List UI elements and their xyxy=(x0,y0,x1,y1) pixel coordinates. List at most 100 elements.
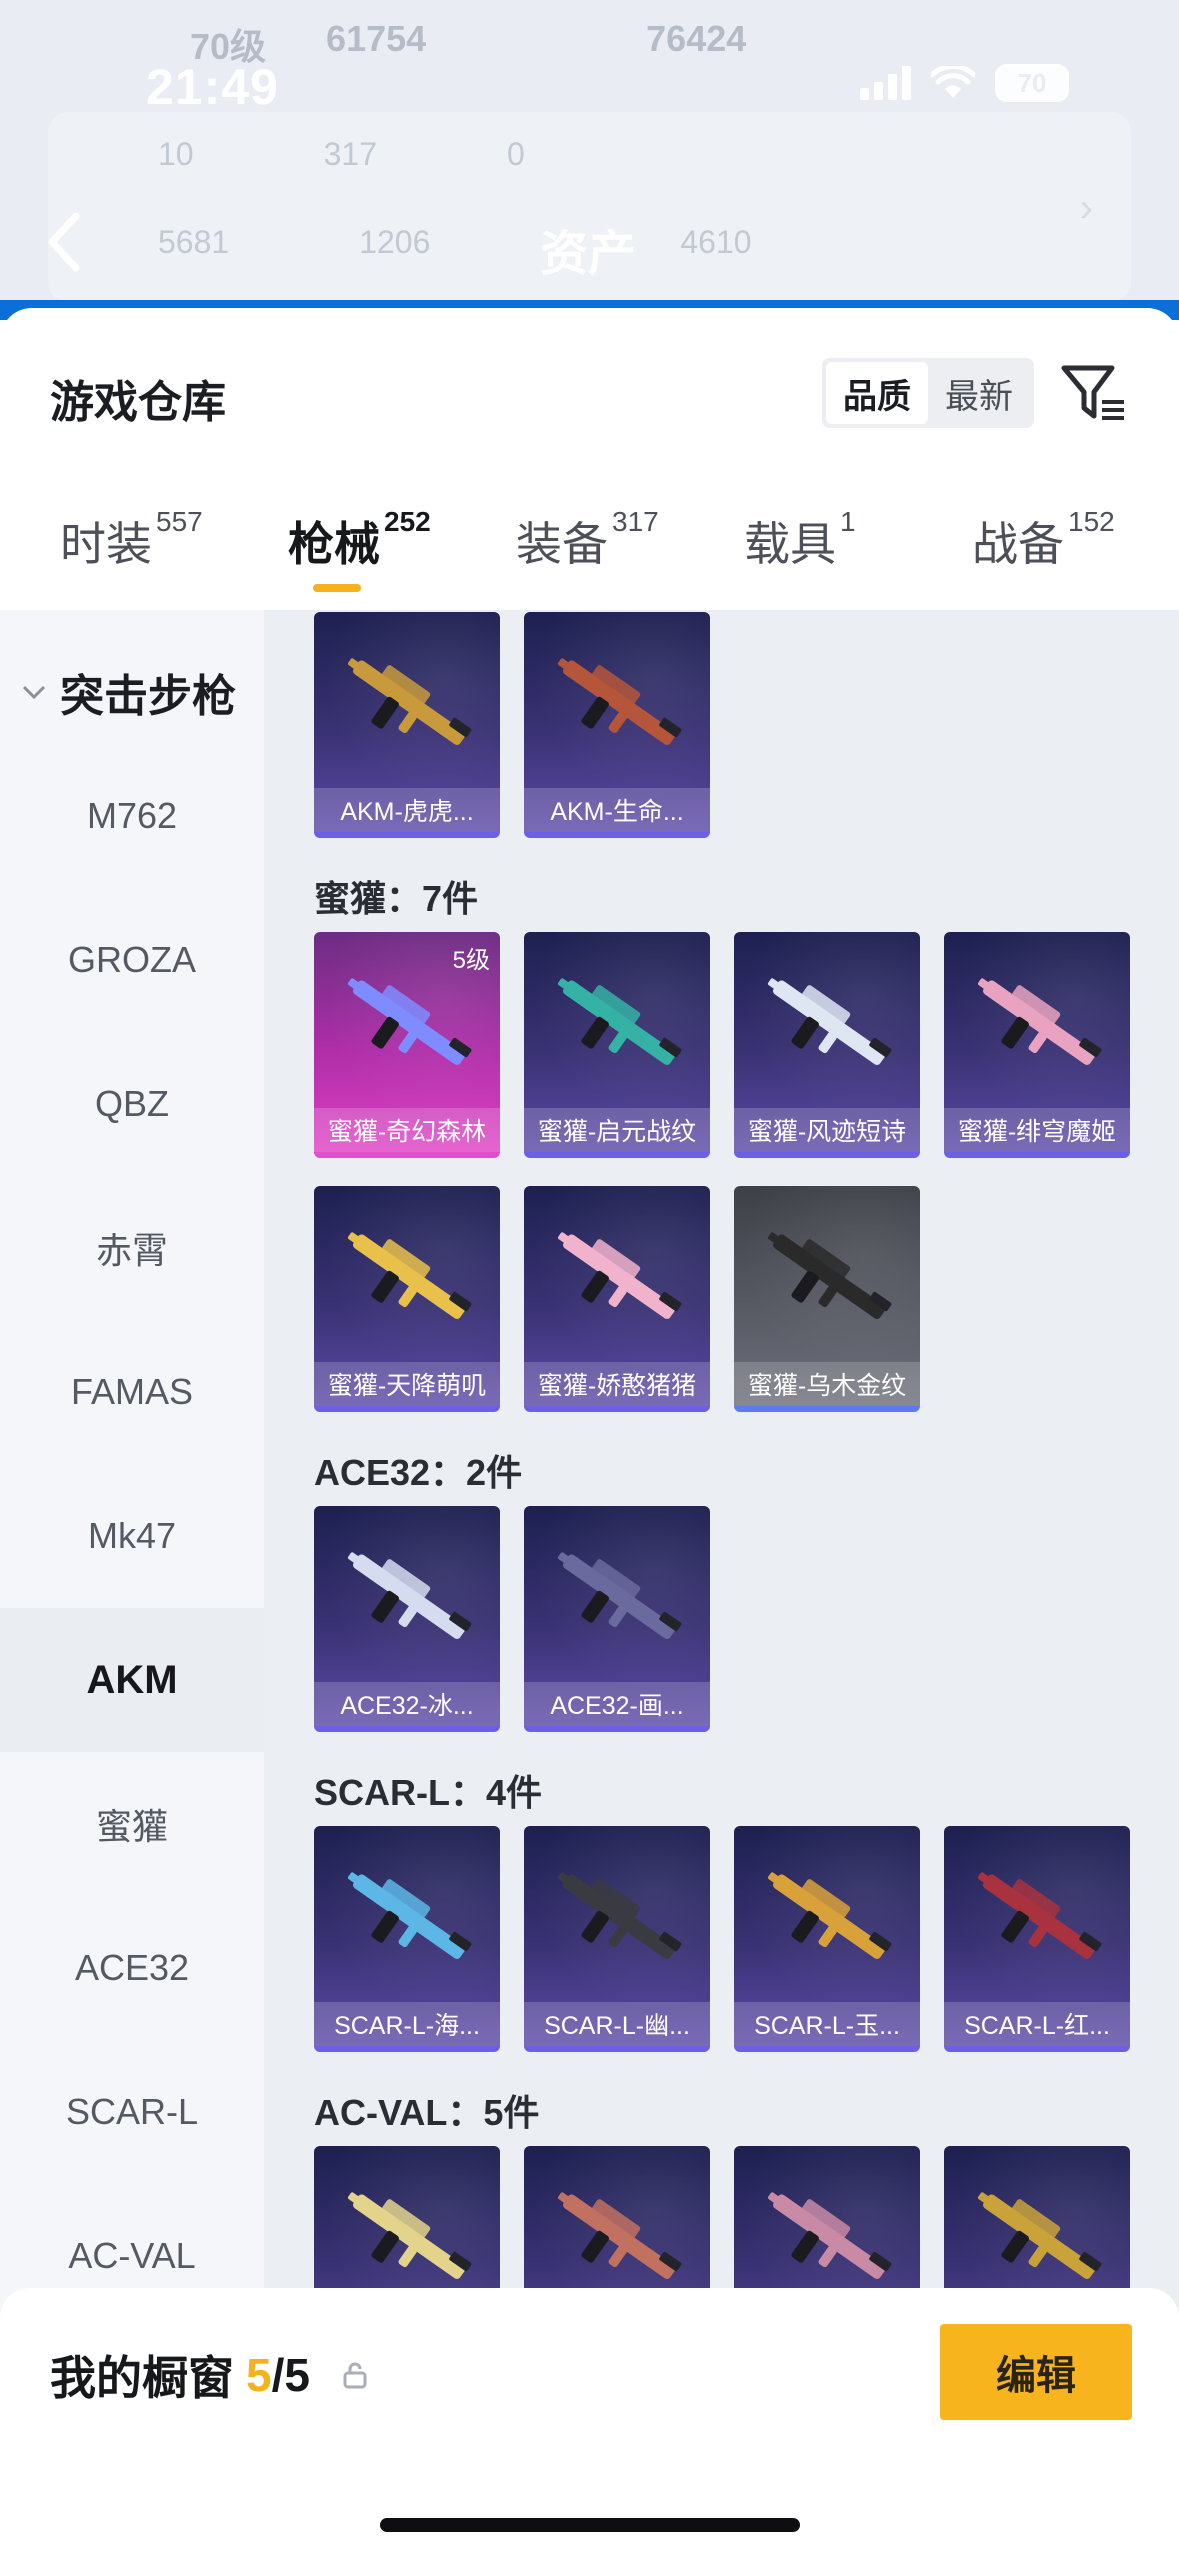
weapon-name: 蜜獾-娇憨猪猪 xyxy=(524,1362,710,1406)
weapon-name: SCAR-L-红... xyxy=(944,2002,1130,2046)
bg-stats-row: 10 317 0 xyxy=(158,136,525,173)
weapon-skin-image xyxy=(544,1850,690,1990)
weapon-skin-image xyxy=(334,1530,480,1670)
sidebar-item[interactable]: FAMAS xyxy=(0,1320,264,1464)
group-title: 蜜獾：7件 xyxy=(314,878,479,919)
weapon-skin-image xyxy=(754,1210,900,1350)
showcase-total: /5 xyxy=(271,2349,310,2401)
weapon-name: 蜜獾-奇幻森林 xyxy=(314,1108,500,1152)
weapon-skin-image xyxy=(964,956,1110,1096)
weapon-name: 蜜獾-绯穹魔姬 xyxy=(944,1108,1130,1152)
category-tabs: 时装 557 枪械 252 装备 317 载具 1 战备 152 xyxy=(0,506,1179,608)
weapon-card[interactable]: 蜜獾-娇憨猪猪 xyxy=(524,1186,710,1412)
edit-button[interactable]: 编辑 xyxy=(940,2324,1132,2420)
weapon-skin-image xyxy=(334,636,480,776)
weapon-card[interactable]: SCAR-L-玉... xyxy=(734,1826,920,2052)
weapon-name: SCAR-L-海... xyxy=(314,2002,500,2046)
weapon-name: AKM-生命... xyxy=(524,788,710,832)
chevron-left-icon[interactable] xyxy=(44,210,84,274)
showcase-label: 我的橱窗 xyxy=(50,2352,234,2404)
bg-stat: 0 xyxy=(506,136,525,172)
sidebar-item[interactable]: 赤霄 xyxy=(0,1176,264,1320)
weapon-skin-image xyxy=(754,1850,900,1990)
weapon-skin-image xyxy=(544,1210,690,1350)
bg-stat: 10 xyxy=(158,136,194,172)
sort-toggle: 品质 最新 xyxy=(822,358,1034,428)
bg-stat: 5681 xyxy=(158,224,230,260)
group-title: ACE32：2件 xyxy=(314,1452,523,1493)
sidebar-category-label: 突击步枪 xyxy=(60,672,236,721)
warehouse-sheet: 游戏仓库 品质 最新 时装 557 枪械 252 装备 317 载具 1 战备 152 突… xyxy=(0,308,1179,2556)
sort-quality-button[interactable]: 品质 xyxy=(826,362,928,424)
showcase-title: 我的橱窗 5 /5 xyxy=(50,2342,370,2408)
tab-guns[interactable]: 枪械 252 xyxy=(288,506,431,574)
weapon-skin-image xyxy=(334,1850,480,1990)
weapon-name: AKM-虎虎... xyxy=(314,788,500,832)
weapon-card[interactable]: AKM-虎虎... xyxy=(314,612,500,838)
weapon-card[interactable]: 蜜獾-天降萌叽 xyxy=(314,1186,500,1412)
wifi-icon xyxy=(931,66,975,98)
weapon-card[interactable]: 蜜獾-启元战纹 xyxy=(524,932,710,1158)
weapon-card[interactable]: 5级蜜獾-奇幻森林 xyxy=(314,932,500,1158)
weapon-skin-image xyxy=(334,1210,480,1350)
level-badge: 5级 xyxy=(452,947,490,974)
sidebar-item[interactable]: AKM xyxy=(0,1608,264,1752)
sidebar-item[interactable]: M762 xyxy=(0,744,264,888)
sidebar-category[interactable]: 突击步枪 xyxy=(18,660,236,724)
weapon-skin-image xyxy=(544,956,690,1096)
home-indicator xyxy=(380,2518,800,2532)
sidebar-item[interactable]: QBZ xyxy=(0,1032,264,1176)
bg-stat: 76424 xyxy=(646,18,747,59)
group-title: AC-VAL：5件 xyxy=(314,2092,540,2133)
weapon-card[interactable]: SCAR-L-幽... xyxy=(524,1826,710,2052)
weapon-skin-image xyxy=(544,1530,690,1670)
background-page: 70级 61754 76424 10 317 0 5681 1206 4610 … xyxy=(0,0,1179,320)
weapon-name: 蜜獾-天降萌叽 xyxy=(314,1362,500,1406)
sidebar-item[interactable]: 蜜獾 xyxy=(0,1752,264,1896)
sidebar: 突击步枪 M762 GROZA QBZ 赤霄 FAMAS Mk47 AKM 蜜獾 ACE32 SC… xyxy=(0,610,264,2556)
active-tab-underline xyxy=(313,584,361,592)
weapon-name: SCAR-L-幽... xyxy=(524,2002,710,2046)
chevron-right-icon: › xyxy=(1079,186,1093,230)
bg-stats-row: 5681 1206 4610 xyxy=(158,224,752,261)
sidebar-item[interactable]: SCAR-L xyxy=(0,2040,264,2184)
sidebar-item[interactable]: GROZA xyxy=(0,888,264,1032)
weapon-skin-image xyxy=(544,636,690,776)
sidebar-item[interactable]: Mk47 xyxy=(0,1464,264,1608)
showcase-bar: 我的橱窗 5 /5 编辑 xyxy=(0,2288,1179,2556)
weapon-card[interactable]: 蜜獾-风迹短诗 xyxy=(734,932,920,1158)
weapon-name: ACE32-画... xyxy=(524,1682,710,1726)
bg-stat: 4610 xyxy=(680,224,752,260)
tab-supplies[interactable]: 战备 152 xyxy=(972,506,1115,574)
status-icons: 70 xyxy=(860,64,1069,102)
battery-indicator: 70 xyxy=(995,64,1069,102)
weapon-card[interactable]: ACE32-画... xyxy=(524,1506,710,1732)
signal-icon xyxy=(860,66,911,100)
weapon-card[interactable]: ACE32-冰... xyxy=(314,1506,500,1732)
bg-stat: 1206 xyxy=(359,224,431,260)
bg-stat: 61754 xyxy=(326,18,427,59)
tab-fashion[interactable]: 时装 557 xyxy=(60,506,203,574)
tab-vehicles[interactable]: 载具 1 xyxy=(744,506,856,574)
sort-latest-button[interactable]: 最新 xyxy=(928,362,1030,424)
filter-list-icon[interactable] xyxy=(1060,358,1128,426)
sidebar-item[interactable]: ACE32 xyxy=(0,1896,264,2040)
weapon-card[interactable]: AKM-生命... xyxy=(524,612,710,838)
sheet-title: 游戏仓库 xyxy=(50,378,226,427)
weapon-name: 蜜獾-乌木金纹 xyxy=(734,1362,920,1406)
weapon-name: 蜜獾-启元战纹 xyxy=(524,1108,710,1152)
weapon-card[interactable]: SCAR-L-海... xyxy=(314,1826,500,2052)
chevron-down-icon xyxy=(22,685,46,700)
weapon-name: ACE32-冰... xyxy=(314,1682,500,1726)
lock-icon xyxy=(343,2362,367,2389)
bg-stats-row: 70级 61754 76424 xyxy=(190,18,879,70)
weapon-grid: AKM-虎虎... AKM-生命... 蜜獾：7件 5级 蜜獾-奇幻森林 蜜獾-启元战纹蜜… xyxy=(264,610,1179,2556)
bg-stat: 317 xyxy=(323,136,377,172)
weapon-card[interactable]: 蜜獾-乌木金纹 xyxy=(734,1186,920,1412)
weapon-skin-image xyxy=(964,1850,1110,1990)
tab-equipment[interactable]: 装备 317 xyxy=(516,506,659,574)
weapon-card[interactable]: 蜜獾-绯穹魔姬 xyxy=(944,932,1130,1158)
weapon-card[interactable]: SCAR-L-红... xyxy=(944,1826,1130,2052)
group-title: SCAR-L：4件 xyxy=(314,1772,543,1813)
weapon-skin-image xyxy=(334,956,480,1096)
